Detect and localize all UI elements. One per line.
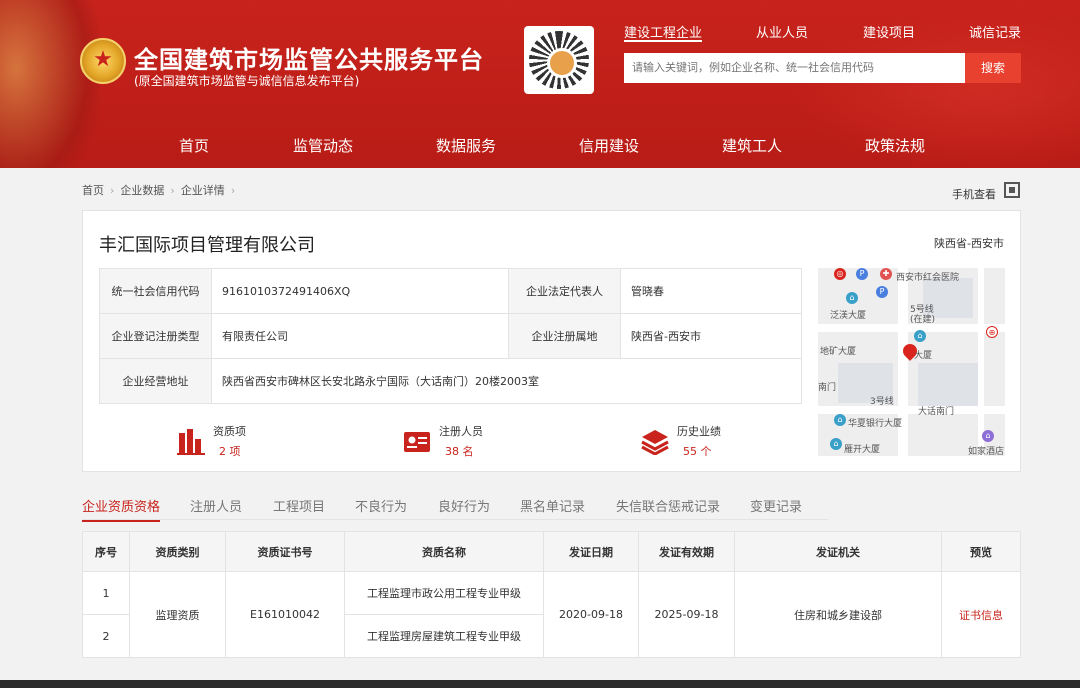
map-label: 西安市红会医院 [896,273,960,283]
qualification-table: 序号 资质类别 资质证书号 资质名称 发证日期 发证有效期 发证机关 预览 1 … [82,531,1021,658]
address-value: 陕西省西安市碑林区长安北路永宁国际（大话南门）20楼2003室 [211,358,802,404]
reg-place-label: 企业注册属地 [508,313,621,359]
search-button[interactable]: 搜索 [965,53,1021,83]
stack-layers-icon [641,430,669,455]
column-header: 序号 [82,531,130,572]
search-input[interactable] [624,53,965,83]
column-header: 资质类别 [129,531,226,572]
mainnav-construction-workers[interactable]: 建筑工人 [722,135,782,156]
map-label: 3号线 [870,397,894,407]
legal-rep-value: 管晓春 [620,268,802,314]
chevron-right-icon: › [110,184,115,197]
qualification-name: 工程监理房屋建筑工程专业甲级 [344,614,544,658]
mainnav-policies[interactable]: 政策法规 [865,135,925,156]
stat-value: 2 项 [219,445,241,458]
qualification-category: 监理资质 [129,571,226,658]
company-name: 丰汇国际项目管理有限公司 [99,235,315,256]
column-header: 预览 [941,531,1021,572]
map-label: (在建) [910,315,936,325]
column-header: 发证日期 [543,531,639,572]
legal-rep-label: 企业法定代表人 [508,268,621,314]
row-number: 1 [82,571,130,615]
column-header: 资质名称 [344,531,544,572]
tab-bad-behavior[interactable]: 不良行为 [355,496,407,515]
reg-type-label: 企业登记注册类型 [99,313,212,359]
mainnav-data-services[interactable]: 数据服务 [436,135,496,156]
tab-projects[interactable]: 工程项目 [273,496,325,515]
company-region: 陕西省-西安市 [934,237,1004,250]
breadcrumb-enterprise-detail[interactable]: 企业详情 [181,184,225,197]
certificate-number: E161010042 [225,571,345,658]
site-subtitle: (原全国建筑市场监管与诚信信息发布平台) [134,74,360,88]
company-card: 丰汇国际项目管理有限公司 陕西省-西安市 统一社会信用代码 9161010372… [82,210,1021,472]
map-label: 如家酒店 [968,447,1005,456]
qualification-name: 工程监理市政公用工程专业甲级 [344,571,544,615]
company-info-table: 统一社会信用代码 9161010372491406XQ 企业法定代表人 管晓春 … [99,268,802,404]
map-label: 华夏银行大厦 [848,419,903,429]
mainnav-credit-building[interactable]: 信用建设 [579,135,639,156]
topnav-projects[interactable]: 建设项目 [863,22,915,42]
site-title: 全国建筑市场监管公共服务平台 [134,46,484,74]
mobile-view-link[interactable]: 手机查看 [952,186,996,202]
column-header: 发证机关 [734,531,942,572]
map-label: 雁开大厦 [844,445,881,455]
stat-label: 资质项 [213,425,246,438]
stat-label: 历史业绩 [677,425,721,438]
tab-good-behavior[interactable]: 良好行为 [438,496,490,515]
pillar-decoration [0,0,100,168]
map-label: 泛渼大厦 [830,311,867,321]
column-header: 资质证书号 [225,531,345,572]
certificate-info-link[interactable]: 证书信息 [959,609,1003,622]
building-chart-icon [177,429,205,455]
topnav-personnel[interactable]: 从业人员 [756,22,808,42]
chevron-right-icon: › [230,184,236,197]
table-header-row: 序号 资质类别 资质证书号 资质名称 发证日期 发证有效期 发证机关 预览 [82,531,1021,572]
location-map[interactable]: ◎ P ✚ 西安市红会医院 ⌂ P 5号线 (在建) 泛渼大厦 ⌂ ⊕ 地矿大厦… [818,268,1005,456]
tab-change-records[interactable]: 变更记录 [750,496,802,515]
mini-program-qr-code [524,26,594,94]
flag-decoration [790,10,1080,168]
valid-until: 2025-09-18 [638,571,735,658]
map-label: 大话南门 [918,407,955,417]
map-label: 大厦 [914,351,933,361]
tab-qualifications[interactable]: 企业资质资格 [82,496,161,522]
reg-place-value: 陕西省-西安市 [620,313,802,359]
page-footer [0,680,1080,688]
address-label: 企业经营地址 [99,358,212,404]
topnav-enterprise[interactable]: 建设工程企业 [624,22,703,42]
issuing-authority: 住房和城乡建设部 [734,571,942,658]
breadcrumb-home[interactable]: 首页 [82,184,104,197]
issue-date: 2020-09-18 [543,571,639,658]
credit-code-value: 9161010372491406XQ [211,268,509,314]
id-card-icon [404,432,430,452]
column-header: 发证有效期 [638,531,735,572]
site-header: 全国建筑市场监管公共服务平台 (原全国建筑市场监管与诚信信息发布平台) 建设工程… [0,0,1080,168]
reg-type-value: 有限责任公司 [211,313,509,359]
tab-joint-punishment[interactable]: 失信联合惩戒记录 [616,496,720,515]
detail-tabs: 企业资质资格 注册人员 工程项目 不良行为 良好行为 黑名单记录 失信联合惩戒记… [82,496,828,522]
topnav-credit-records[interactable]: 诚信记录 [969,22,1021,42]
tab-blacklist[interactable]: 黑名单记录 [520,496,585,515]
row-number: 2 [82,614,130,658]
tab-registered-staff[interactable]: 注册人员 [190,496,242,515]
breadcrumb-enterprise-data[interactable]: 企业数据 [120,184,164,197]
stat-value: 38 名 [445,445,474,458]
stat-value: 55 个 [683,445,712,458]
table-row: 1 监理资质 E161010042 工程监理市政公用工程专业甲级 2020-09… [82,571,1021,658]
national-emblem-icon [80,38,126,84]
map-label: 地矿大厦 [820,347,857,357]
stat-label: 注册人员 [439,425,483,438]
chevron-right-icon: › [170,184,175,197]
breadcrumb: 首页 › 企业数据 › 企业详情 › [82,182,241,198]
map-label: 南门 [818,383,837,393]
mainnav-home[interactable]: 首页 [179,135,209,156]
mainnav-regulation-news[interactable]: 监管动态 [293,135,353,156]
qr-code-icon[interactable] [1004,182,1020,198]
credit-code-label: 统一社会信用代码 [99,268,212,314]
